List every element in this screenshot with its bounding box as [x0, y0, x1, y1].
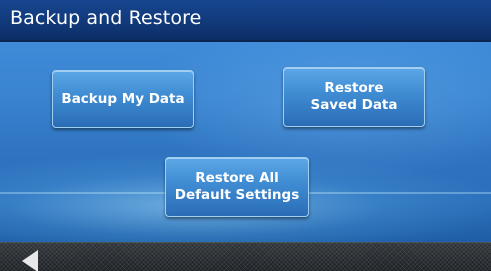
restore-all-default-settings-label: Restore All Default Settings: [174, 170, 300, 203]
restore-all-default-settings-button[interactable]: Restore All Default Settings: [165, 157, 309, 217]
backup-my-data-button[interactable]: Backup My Data: [52, 70, 194, 128]
back-arrow-icon: [22, 250, 38, 271]
bottom-nav-bar: [0, 242, 491, 271]
backup-my-data-label: Backup My Data: [61, 90, 185, 107]
page-title: Backup and Restore: [10, 7, 202, 29]
title-bar: Backup and Restore: [0, 0, 491, 42]
backup-restore-screen: Backup and Restore Backup My Data Restor…: [0, 0, 491, 271]
restore-saved-data-label: Restore Saved Data: [310, 80, 398, 113]
restore-saved-data-button[interactable]: Restore Saved Data: [283, 67, 425, 127]
back-button[interactable]: [8, 247, 44, 271]
